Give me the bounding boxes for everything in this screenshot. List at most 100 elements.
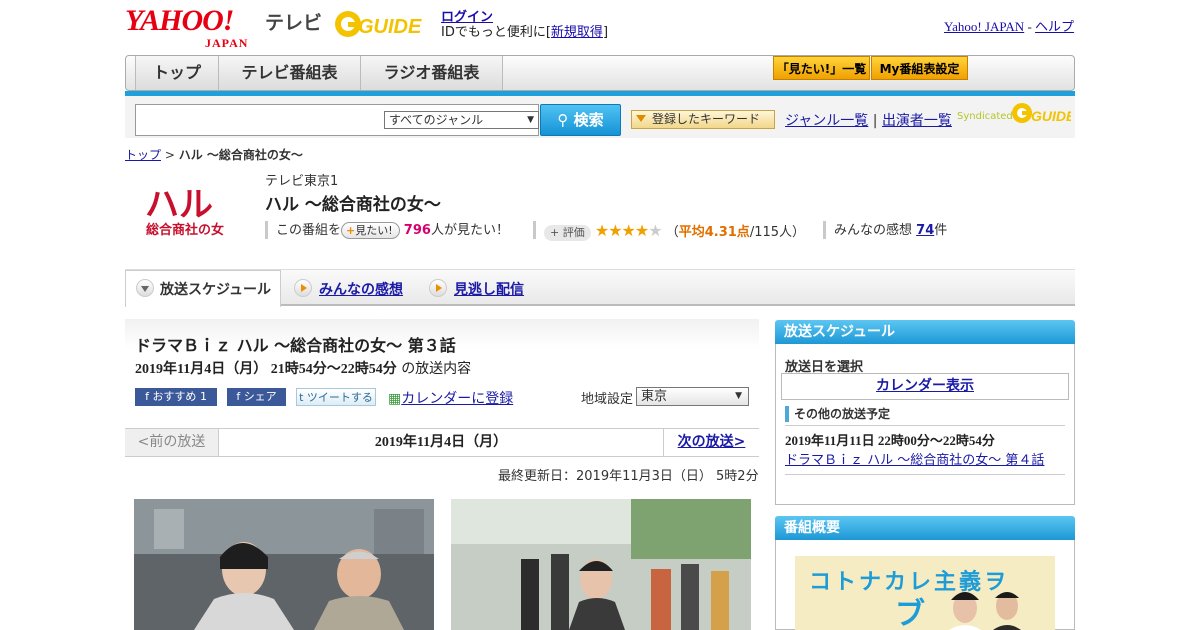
syndicated-gguide-text: GUIDE [1031, 108, 1071, 124]
recommend-label: おすすめ [152, 390, 197, 403]
tab-catchup[interactable]: 見逃し配信 [454, 279, 524, 299]
next-broadcast-link[interactable]: 次の放送> [663, 429, 759, 456]
login-suffix: ] [602, 25, 609, 40]
rating: + 評価 ★★★★★ （平均4.31点/115人） [544, 222, 805, 242]
gguide-logo[interactable]: GUIDE [334, 8, 434, 40]
impressions: みんなの感想 74件 [834, 222, 947, 240]
syndicated-label: Syndicated [957, 111, 1013, 122]
want-button-label: 見たい! [355, 224, 393, 237]
yahoo-japan-link[interactable]: Yahoo! JAPAN [944, 19, 1024, 34]
keyword-button-label: 登録したキーワード [652, 112, 761, 126]
episode-date-suffix: の放送内容 [401, 361, 472, 377]
region-select[interactable]: 東京 ▼ [636, 387, 749, 406]
last-updated: 最終更新日：2019年11月3日（日） 5時2分 [498, 469, 759, 484]
search-button[interactable]: ⚲ 検索 [540, 104, 621, 136]
scene-photo-1 [134, 499, 434, 630]
program-logo: ハル 総合商社の女 [145, 185, 224, 238]
search-button-label: 検索 [573, 111, 604, 129]
facebook-recommend-button[interactable]: f おすすめ 1 [135, 388, 217, 406]
logo-sub: JAPAN [205, 36, 249, 50]
genre-list-link[interactable]: ジャンル一覧 [785, 113, 868, 129]
rating-count: /115人） [749, 225, 806, 240]
genre-select[interactable]: すべてのジャンル ▼ [384, 111, 539, 129]
tweet-label: ツイートする [306, 391, 373, 404]
tab-impressions[interactable]: みんなの感想 [319, 279, 403, 299]
program-poster: コトナカレ主義ヲ ブ [795, 556, 1055, 630]
calendar-register[interactable]: ▦カレンダーに登録 [388, 388, 513, 408]
star-icon: ★ [608, 221, 622, 240]
impressions-count[interactable]: 74 [916, 223, 934, 238]
star-icon: ★ [594, 221, 609, 240]
page: { "header": { "brand": "YAHOO!", "brand_… [0, 0, 1200, 630]
registered-keyword-button[interactable]: 登録したキーワード [631, 110, 775, 129]
chevron-down-icon: ▼ [735, 391, 742, 401]
facebook-icon: f [236, 390, 241, 403]
star-empty-icon: ★ [648, 221, 662, 240]
facebook-icon: f [145, 390, 149, 403]
chevron-down-icon [136, 279, 154, 297]
login-prefix: IDでもっと便利に[ [441, 25, 551, 40]
tab-tv-schedule[interactable]: テレビ番組表 [219, 56, 361, 90]
calendar-add-icon: ▦ [388, 391, 402, 407]
tab-top[interactable]: トップ [135, 56, 219, 90]
share-label: シェア [243, 390, 277, 403]
search-icon: ⚲ [557, 111, 569, 129]
want-suffix: 人が見たい！ [430, 223, 509, 238]
tab-radio-schedule[interactable]: ラジオ番組表 [361, 56, 503, 90]
meta-divider [823, 221, 826, 239]
rating-stars: ★★★★★ [594, 221, 663, 240]
service-name: テレビ [265, 13, 323, 34]
triangle-down-icon [636, 115, 646, 122]
divider [785, 425, 1065, 426]
program-title: ハル ～総合商社の女～ [265, 195, 441, 215]
other-broadcasts-title: その他の放送予定 [785, 406, 890, 422]
plus-icon: + [550, 226, 560, 239]
breadcrumb-sep: > [164, 148, 175, 162]
svg-text:ブ: ブ [895, 597, 925, 630]
star-icon: ★ [634, 221, 649, 240]
want-prefix: この番組を [276, 223, 342, 238]
want-count: 796 [403, 223, 431, 238]
region-label: 地域設定 [581, 392, 634, 407]
facebook-share-button[interactable]: f シェア [227, 388, 286, 406]
tab-broadcast-schedule-label: 放送スケジュール [160, 282, 272, 298]
link-separator: - [1027, 19, 1032, 34]
star-icon: ★ [621, 221, 636, 240]
episode-date: 2019年11月4日（月） 21時54分～22時54分 [135, 362, 397, 377]
rate-label: 評価 [562, 226, 585, 239]
help-link[interactable]: ヘルプ [1035, 19, 1074, 34]
chevron-down-icon: ▼ [527, 115, 534, 125]
plus-icon: + [346, 224, 356, 237]
program-logo-text: ハル [145, 185, 213, 225]
rating-open: （ [665, 225, 679, 240]
login-sub: IDでもっと便利に[新規取得] [441, 21, 608, 40]
link-pipe: | [872, 113, 878, 129]
yahoo-japan-logo[interactable]: YAHOO! JAPAN [125, 6, 247, 51]
episode-datetime: 2019年11月4日（月） 21時54分～22時54分 の放送内容 [135, 358, 471, 378]
other-broadcast-link[interactable]: ドラマＢｉｚ ハル ～総合商社の女～ 第４話 [785, 449, 1044, 468]
current-broadcast-date: 2019年11月4日（月） [374, 435, 508, 450]
station-name: テレビ東京1 [265, 174, 339, 189]
tweet-button[interactable]: t ツイートする [296, 388, 376, 406]
impressions-unit: 件 [934, 223, 948, 238]
genre-select-value: すべてのジャンル [389, 113, 484, 127]
mitai-list-button[interactable]: 「見たい!」一覧 [773, 56, 870, 80]
breadcrumb: トップ > ハル ～総合商社の女～ [125, 146, 303, 163]
rate-button[interactable]: + 評価 [544, 225, 591, 241]
calendar-register-link[interactable]: カレンダーに登録 [401, 391, 513, 407]
my-schedule-button[interactable]: My番組表設定 [871, 56, 968, 80]
impressions-label: みんなの感想 [834, 223, 913, 238]
register-link[interactable]: 新規取得 [551, 25, 603, 40]
episode-title: ドラマＢｉｚ ハル ～総合商社の女～ 第３話 [135, 336, 456, 355]
want-button[interactable]: +見たい! [341, 222, 400, 239]
other-broadcast-date: 2019年11月11日 22時00分～22時54分 [785, 433, 995, 448]
poster-art: ブ [895, 592, 1021, 630]
syndicated-gguide-logo: GUIDE [1012, 103, 1071, 124]
performer-list-link[interactable]: 出演者一覧 [882, 113, 952, 129]
breadcrumb-home[interactable]: トップ [125, 148, 161, 162]
calendar-view-button[interactable]: カレンダー表示 [781, 373, 1069, 400]
prev-broadcast[interactable]: <前の放送 [125, 429, 219, 456]
schedule-panel-title: 放送スケジュール [775, 320, 1075, 344]
meta-divider [533, 221, 536, 239]
play-arrow-icon [429, 279, 447, 297]
